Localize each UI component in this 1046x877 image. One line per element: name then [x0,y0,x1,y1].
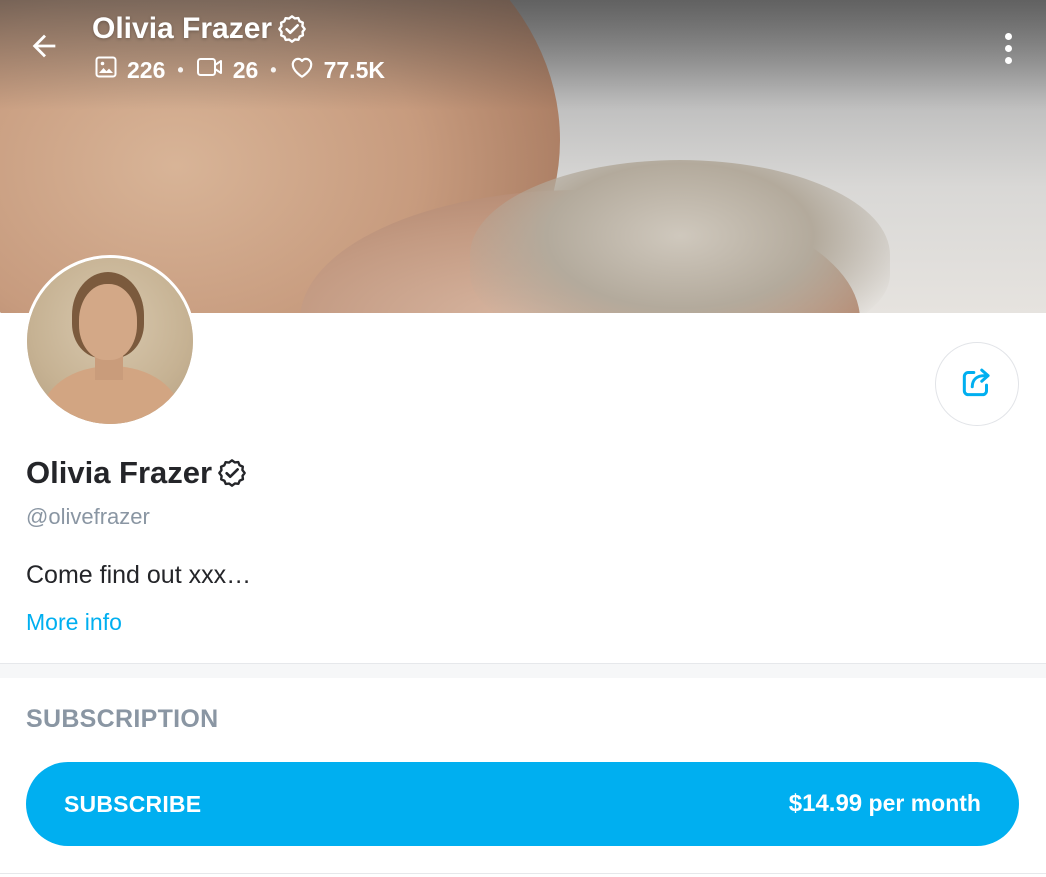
back-button[interactable] [24,28,64,68]
verified-badge-icon [216,457,248,489]
subscription-heading: SUBSCRIPTION [26,705,219,733]
more-vertical-icon [1004,32,1012,40]
subscription-period: per month [862,790,981,816]
photos-stat: 226 [94,55,165,85]
share-icon [958,363,996,406]
profile-name-row: Olivia Frazer [26,455,248,491]
subscription-price: $14.99 [788,790,863,817]
photos-count: 226 [127,56,166,83]
section-divider [0,663,1046,678]
profile-bio: Come find out xxx… [26,561,252,589]
back-arrow-icon [27,29,61,68]
more-info-link[interactable]: More info [26,609,122,636]
videos-stat: 26 [196,55,259,85]
likes-count: 77.5K [323,56,385,83]
top-bar: Olivia Frazer 226 • 26 • 77.5K [0,0,1046,100]
videos-count: 26 [232,56,259,83]
profile-handle: @olivefrazer [26,504,150,529]
profile-name: Olivia Frazer [26,455,213,490]
subscription-price-text: $14.99 per month [789,790,981,818]
subscribe-button[interactable]: SUBSCRIBE $14.99 per month [26,762,1019,846]
verified-badge-icon [276,13,308,45]
subscribe-label: SUBSCRIBE [64,790,202,817]
share-button[interactable] [935,342,1019,426]
header-title-row: Olivia Frazer [92,12,308,46]
bottom-divider [0,873,1046,874]
likes-stat: 77.5K [289,55,385,85]
header-stats: 226 • 26 • 77.5K [94,55,385,85]
profile-page: Olivia Frazer 226 • 26 • 77.5K Olivia Fr… [0,0,1046,877]
video-camera-icon [196,55,224,85]
more-options-button[interactable] [996,30,1020,66]
image-icon [94,55,118,85]
stat-separator: • [270,59,277,80]
stat-separator: • [177,59,184,80]
heart-icon [289,55,315,85]
avatar[interactable] [24,255,196,427]
header-name: Olivia Frazer [92,12,273,45]
